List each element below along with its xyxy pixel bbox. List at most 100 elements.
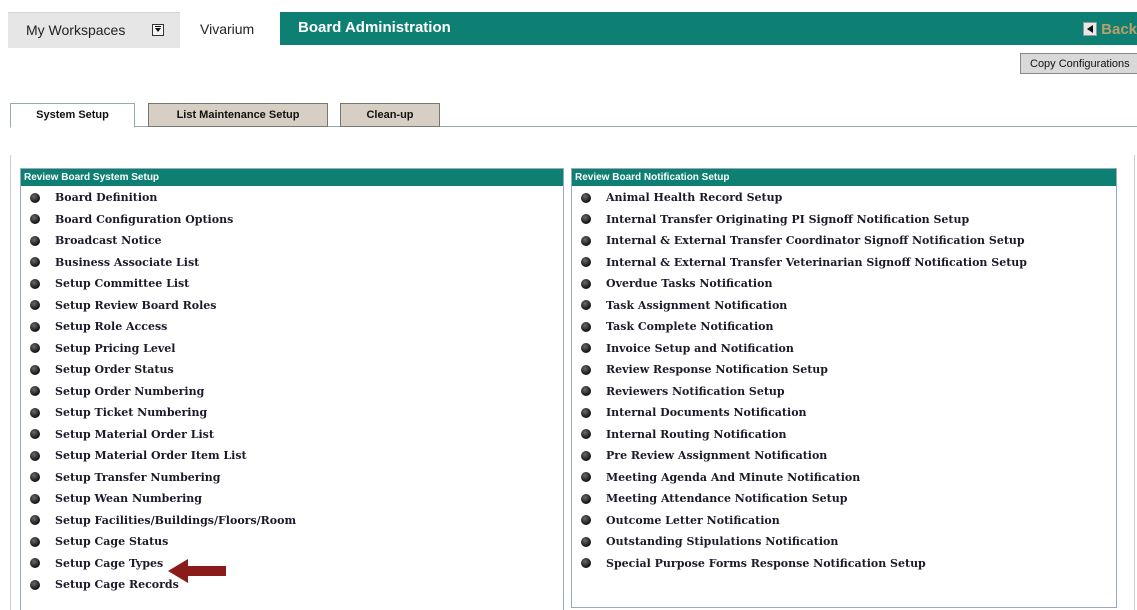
list-item[interactable]: Setup Material Order Item List xyxy=(21,445,563,467)
list-item[interactable]: Setup Material Order List xyxy=(21,424,563,446)
list-item-link[interactable]: Setup Material Order List xyxy=(55,428,214,441)
list-item[interactable]: Setup Role Access xyxy=(21,316,563,338)
list-item[interactable]: Setup Pricing Level xyxy=(21,338,563,360)
list-item[interactable]: Setup Review Board Roles xyxy=(21,295,563,317)
list-item-link[interactable]: Meeting Agenda And Minute Notification xyxy=(606,471,860,484)
list-item-link[interactable]: Internal Routing Notification xyxy=(606,428,786,441)
bullet-icon xyxy=(30,515,40,526)
list-item-link[interactable]: Setup Material Order Item List xyxy=(55,449,247,462)
list-item-link[interactable]: Outcome Letter Notification xyxy=(606,514,780,527)
bullet-icon xyxy=(30,214,40,225)
list-item[interactable]: Internal & External Transfer Coordinator… xyxy=(572,230,1116,252)
list-item[interactable]: Overdue Tasks Notification xyxy=(572,273,1116,295)
notification-setup-list: Animal Health Record Setup Internal Trans… xyxy=(572,186,1116,574)
list-item-link[interactable]: Setup Order Numbering xyxy=(55,385,204,398)
list-item[interactable]: Task Complete Notification xyxy=(572,316,1116,338)
list-item-link[interactable]: Animal Health Record Setup xyxy=(606,191,782,204)
list-item-link[interactable]: Setup Facilities/Buildings/Floors/Room xyxy=(55,514,296,527)
bullet-icon xyxy=(581,558,591,569)
bullet-icon xyxy=(30,300,40,311)
list-item-link[interactable]: Business Associate List xyxy=(55,256,199,269)
list-item-link[interactable]: Special Purpose Forms Response Notificat… xyxy=(606,557,926,570)
bullet-icon xyxy=(30,235,40,246)
list-item-link[interactable]: Review Response Notification Setup xyxy=(606,363,828,376)
bullet-icon xyxy=(30,386,40,397)
list-item-link[interactable]: Task Complete Notification xyxy=(606,320,773,333)
list-item-link[interactable]: Setup Pricing Level xyxy=(55,342,175,355)
list-item-link[interactable]: Internal & External Transfer Veterinaria… xyxy=(606,256,1027,269)
list-item[interactable]: Meeting Agenda And Minute Notification xyxy=(572,467,1116,489)
list-item-link[interactable]: Setup Review Board Roles xyxy=(55,299,216,312)
notification-setup-panel-title: Review Board Notification Setup xyxy=(572,169,1116,186)
list-item[interactable]: Animal Health Record Setup xyxy=(572,187,1116,209)
list-item[interactable]: Meeting Attendance Notification Setup xyxy=(572,488,1116,510)
list-item-link[interactable]: Task Assignment Notification xyxy=(606,299,787,312)
list-item[interactable]: Setup Order Status xyxy=(21,359,563,381)
bullet-icon xyxy=(30,558,40,569)
list-item[interactable]: Internal Routing Notification xyxy=(572,424,1116,446)
system-setup-panel: Review Board System Setup Board Definiti… xyxy=(20,168,564,610)
list-item-link[interactable]: Setup Order Status xyxy=(55,363,174,376)
list-item-link[interactable]: Internal Documents Notification xyxy=(606,406,807,419)
list-item-link[interactable]: Invoice Setup and Notification xyxy=(606,342,794,355)
list-item[interactable]: Setup Order Numbering xyxy=(21,381,563,403)
list-item[interactable]: Outstanding Stipulations Notification xyxy=(572,531,1116,553)
list-item-link[interactable]: Setup Wean Numbering xyxy=(55,492,202,505)
bullet-icon xyxy=(581,429,591,440)
my-workspaces-tab[interactable]: My Workspaces xyxy=(8,12,180,48)
top-bar: My Workspaces Vivarium Board Administrat… xyxy=(0,0,1137,48)
list-item-link[interactable]: Setup Transfer Numbering xyxy=(55,471,220,484)
list-item[interactable]: Review Response Notification Setup xyxy=(572,359,1116,381)
list-item[interactable]: Business Associate List xyxy=(21,252,563,274)
list-item[interactable]: Reviewers Notification Setup xyxy=(572,381,1116,403)
list-item[interactable]: Setup Transfer Numbering xyxy=(21,467,563,489)
list-item-link[interactable]: Internal & External Transfer Coordinator… xyxy=(606,234,1025,247)
list-item-link[interactable]: Setup Role Access xyxy=(55,320,167,333)
list-item-link[interactable]: Broadcast Notice xyxy=(55,234,162,247)
tab-clean-up[interactable]: Clean-up xyxy=(340,103,440,127)
list-item[interactable]: Board Definition xyxy=(21,187,563,209)
list-item-link[interactable]: Board Definition xyxy=(55,191,157,204)
list-item[interactable]: Setup Cage Status xyxy=(21,531,563,553)
list-item[interactable]: Internal Documents Notification xyxy=(572,402,1116,424)
copy-configurations-button[interactable]: Copy Configurations xyxy=(1020,53,1137,74)
list-item[interactable]: Internal Transfer Originating PI Signoff… xyxy=(572,209,1116,231)
list-item-link[interactable]: Board Configuration Options xyxy=(55,213,233,226)
list-item-link[interactable]: Internal Transfer Originating PI Signoff… xyxy=(606,213,969,226)
bullet-icon xyxy=(30,536,40,547)
list-item-link[interactable]: Setup Cage Records xyxy=(55,578,179,591)
list-item-link[interactable]: Setup Cage Types xyxy=(55,557,163,570)
list-item[interactable]: Task Assignment Notification xyxy=(572,295,1116,317)
list-item-link[interactable]: Pre Review Assignment Notification xyxy=(606,449,827,462)
list-item[interactable]: Setup Committee List xyxy=(21,273,563,295)
my-workspaces-label: My Workspaces xyxy=(26,22,126,38)
list-item-link[interactable]: Reviewers Notification Setup xyxy=(606,385,785,398)
list-item[interactable]: Board Configuration Options xyxy=(21,209,563,231)
list-item[interactable]: Pre Review Assignment Notification xyxy=(572,445,1116,467)
list-item[interactable]: Invoice Setup and Notification xyxy=(572,338,1116,360)
bullet-icon xyxy=(30,472,40,483)
bullet-icon xyxy=(581,450,591,461)
bullet-icon xyxy=(581,192,591,203)
tab-system-setup[interactable]: System Setup xyxy=(10,103,135,128)
list-item-link[interactable]: Overdue Tasks Notification xyxy=(606,277,772,290)
list-item-link[interactable]: Outstanding Stipulations Notification xyxy=(606,535,838,548)
list-item[interactable]: Internal & External Transfer Veterinaria… xyxy=(572,252,1116,274)
list-item[interactable]: Broadcast Notice xyxy=(21,230,563,252)
vivarium-tab[interactable]: Vivarium xyxy=(186,12,278,48)
list-item[interactable]: Special Purpose Forms Response Notificat… xyxy=(572,553,1116,575)
list-item[interactable]: Setup Wean Numbering xyxy=(21,488,563,510)
back-button[interactable]: Back xyxy=(1083,19,1137,39)
list-item[interactable]: Outcome Letter Notification xyxy=(572,510,1116,532)
list-item-link[interactable]: Meeting Attendance Notification Setup xyxy=(606,492,847,505)
list-item-link[interactable]: Setup Committee List xyxy=(55,277,189,290)
list-item[interactable]: Setup Ticket Numbering xyxy=(21,402,563,424)
list-item-link[interactable]: Setup Ticket Numbering xyxy=(55,406,207,419)
bullet-icon xyxy=(581,364,591,375)
list-item[interactable]: Setup Cage Types xyxy=(21,553,563,575)
dropdown-icon[interactable] xyxy=(152,24,164,36)
tab-list-maintenance-setup[interactable]: List Maintenance Setup xyxy=(148,103,328,127)
list-item-link[interactable]: Setup Cage Status xyxy=(55,535,168,548)
list-item[interactable]: Setup Cage Records xyxy=(21,574,563,596)
list-item[interactable]: Setup Facilities/Buildings/Floors/Room xyxy=(21,510,563,532)
